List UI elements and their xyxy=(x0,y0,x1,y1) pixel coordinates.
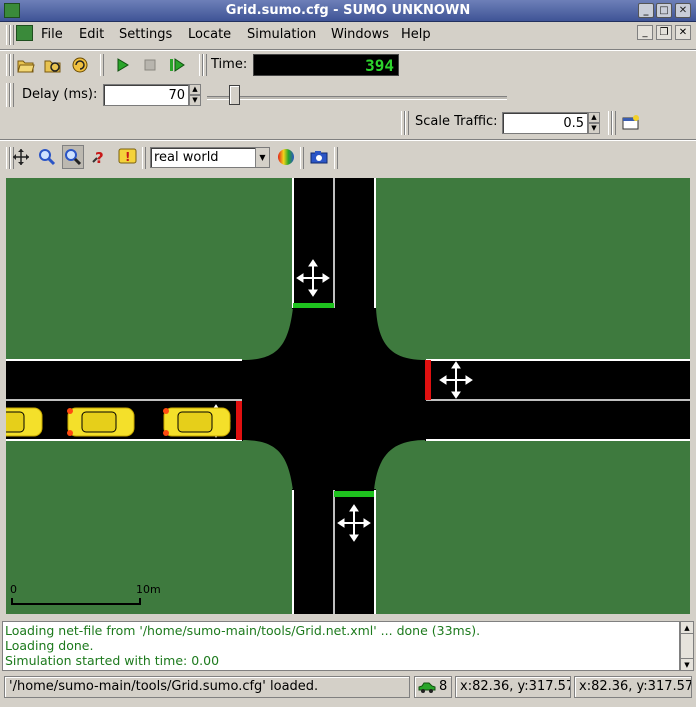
recenter-icon[interactable] xyxy=(10,145,32,169)
reload-sim-icon[interactable] xyxy=(69,54,91,76)
signal-west xyxy=(236,401,242,440)
separator xyxy=(0,139,696,141)
vehicles[interactable] xyxy=(6,407,231,437)
zoom-icon[interactable] xyxy=(36,145,58,169)
new-view-icon[interactable] xyxy=(620,112,642,134)
menu-grip xyxy=(6,25,14,45)
delay-slider-track[interactable] xyxy=(207,96,507,100)
color-scheme-value: real world xyxy=(154,150,219,165)
mdi-close-icon[interactable]: ✕ xyxy=(675,25,691,40)
vehicle[interactable] xyxy=(6,407,43,437)
open-icon[interactable] xyxy=(15,54,37,76)
delay-spin-down[interactable]: ▼ xyxy=(189,95,201,106)
time-display: 394 xyxy=(253,54,399,76)
locate-icon[interactable]: ? xyxy=(90,145,112,169)
maximize-icon[interactable]: □ xyxy=(656,3,672,18)
vehicle-count: 8 xyxy=(414,676,452,698)
svg-text:!: ! xyxy=(125,150,130,164)
toolbar-grip xyxy=(608,111,616,135)
color-wheel-icon[interactable] xyxy=(275,145,297,169)
menu-file[interactable]: File xyxy=(41,27,63,42)
toolbar-divider xyxy=(300,147,304,169)
menu-edit[interactable]: Edit xyxy=(79,27,104,42)
network-view: 0 10m xyxy=(6,178,690,614)
mdi-app-icon[interactable] xyxy=(16,25,33,41)
toolbar-divider xyxy=(142,147,146,169)
scale-bar-end: 10m xyxy=(136,583,161,596)
screenshot-icon[interactable] xyxy=(308,145,330,169)
separator xyxy=(0,49,696,51)
message-console[interactable]: Loading net-file from '/home/sumo-main/t… xyxy=(2,621,680,671)
menu-locate[interactable]: Locate xyxy=(188,27,231,42)
vehicle[interactable] xyxy=(67,407,135,437)
signal-south xyxy=(334,491,374,497)
simulation-canvas[interactable]: 0 10m xyxy=(6,178,690,614)
vehicle-count-value: 8 xyxy=(439,679,448,694)
scale-traffic-label: Scale Traffic: xyxy=(415,114,498,129)
car-icon xyxy=(418,682,436,693)
delay-input[interactable]: 70 xyxy=(103,84,189,106)
delay-spin-up[interactable]: ▲ xyxy=(189,84,201,95)
reload-icon[interactable] xyxy=(42,54,64,76)
console-line: Loading done. xyxy=(5,638,94,653)
step-icon[interactable] xyxy=(166,54,188,76)
minimize-icon[interactable]: _ xyxy=(638,3,654,18)
title-bar: Grid.sumo.cfg - SUMO UNKNOWN _ □ ✕ xyxy=(0,0,696,22)
toolbar-grip xyxy=(6,54,14,76)
edit-viewport-icon[interactable] xyxy=(62,145,84,169)
chevron-down-icon[interactable]: ▼ xyxy=(255,148,269,167)
mdi-restore-icon[interactable]: ❐ xyxy=(656,25,672,40)
toolbar-divider xyxy=(334,147,338,169)
console-scrollbar[interactable]: ▲ ▼ xyxy=(680,621,694,671)
status-message: '/home/sumo-main/tools/Grid.sumo.cfg' lo… xyxy=(4,676,410,698)
menu-simulation[interactable]: Simulation xyxy=(247,27,316,42)
breakpoint-icon[interactable]: ! xyxy=(117,145,139,169)
delay-slider-thumb[interactable] xyxy=(229,85,240,105)
scroll-down-icon[interactable]: ▼ xyxy=(681,658,693,670)
toolbar-grip xyxy=(199,54,207,76)
cursor-coords-geo: x:82.36, y:317.57 xyxy=(574,676,692,698)
menu-help[interactable]: Help xyxy=(401,27,431,42)
close-icon[interactable]: ✕ xyxy=(675,3,691,18)
console-line: Simulation started with time: 0.00 xyxy=(5,653,220,668)
scroll-up-icon[interactable]: ▲ xyxy=(681,622,693,634)
run-icon[interactable] xyxy=(111,54,133,76)
scale-spin-up[interactable]: ▲ xyxy=(588,112,600,123)
scale-bar-start: 0 xyxy=(10,583,17,596)
scale-spin-down[interactable]: ▼ xyxy=(588,123,600,134)
signal-north xyxy=(293,303,334,308)
menu-windows[interactable]: Windows xyxy=(331,27,389,42)
vehicle[interactable] xyxy=(163,407,231,437)
toolbar-grip xyxy=(6,83,14,107)
signal-east xyxy=(425,360,431,400)
scale-traffic-input[interactable]: 0.5 xyxy=(502,112,588,134)
color-scheme-select[interactable]: real world ▼ xyxy=(150,147,270,168)
menu-settings[interactable]: Settings xyxy=(119,27,172,42)
stop-icon[interactable] xyxy=(139,54,161,76)
app-icon[interactable] xyxy=(4,3,20,18)
time-label: Time: xyxy=(211,57,248,72)
mdi-minimize-icon[interactable]: _ xyxy=(637,25,653,40)
toolbar-grip xyxy=(401,111,409,135)
console-line: Loading net-file from '/home/sumo-main/t… xyxy=(5,623,481,638)
cursor-coords: x:82.36, y:317.57 xyxy=(455,676,571,698)
window-title: Grid.sumo.cfg - SUMO UNKNOWN xyxy=(225,3,471,18)
delay-label: Delay (ms): xyxy=(22,87,98,102)
toolbar-divider xyxy=(100,54,104,76)
